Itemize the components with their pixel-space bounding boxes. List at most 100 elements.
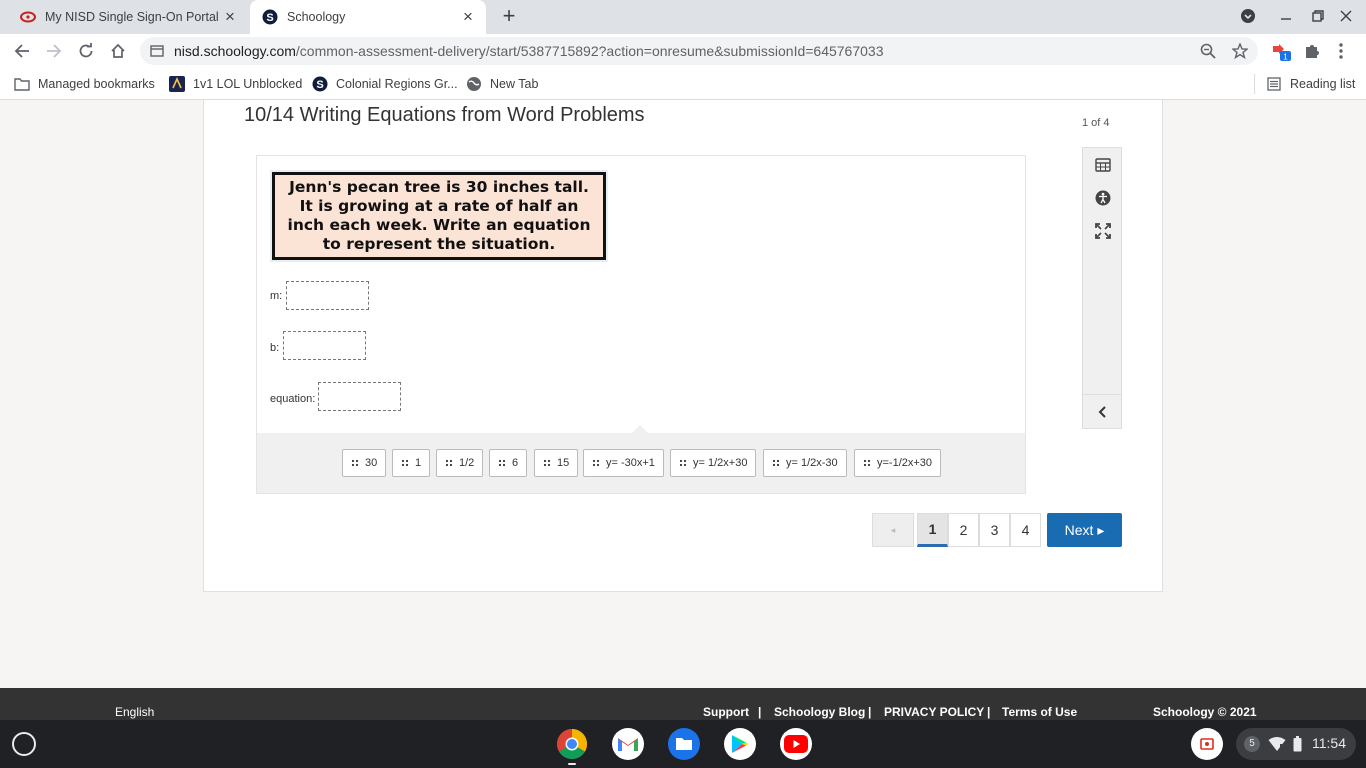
answer-chip[interactable]: y=-1/2x+30 (854, 449, 942, 477)
assessment-tools-panel (1082, 147, 1122, 429)
drag-handle-icon (498, 459, 506, 467)
bookmark-star-icon[interactable] (1231, 42, 1249, 60)
answer-chip[interactable]: 6 (489, 449, 528, 477)
bookmark-managed[interactable]: Managed bookmarks (14, 76, 155, 92)
drag-handle-icon (543, 459, 551, 467)
new-tab-button[interactable]: + (498, 5, 520, 28)
answer-chip[interactable]: y= -30x+1 (583, 449, 664, 477)
bookmark-label: Colonial Regions Gr... (336, 77, 458, 91)
page-title: 10/14 Writing Equations from Word Proble… (244, 104, 645, 126)
answer-chip-label: 30 (365, 457, 378, 469)
status-tray[interactable]: 5 11:54 (1236, 728, 1356, 760)
forward-button[interactable] (43, 40, 65, 62)
tab-title: Schoology (287, 10, 346, 24)
reload-icon (79, 43, 93, 58)
close-tab-icon[interactable]: × (222, 8, 238, 25)
back-arrow-icon (14, 44, 29, 58)
bookmark-1v1[interactable]: 1v1 LOL Unblocked (169, 76, 302, 92)
zoom-icon[interactable] (1200, 43, 1216, 59)
schoology-blog-link[interactable]: Schoology Blog (774, 705, 865, 719)
footer-separator: | (758, 705, 762, 719)
home-button[interactable] (107, 40, 129, 62)
url-host: nisd.schoology.com (174, 43, 296, 59)
browser-menu-icon[interactable] (1338, 42, 1358, 62)
site-info-icon[interactable] (150, 44, 164, 58)
language-selector[interactable]: English (115, 705, 154, 719)
answer-chip-label: y= 1/2x-30 (786, 457, 838, 469)
gmail-icon[interactable] (612, 728, 644, 760)
answer-bank-pointer (631, 425, 649, 434)
schoology-icon: S (262, 9, 278, 25)
url-path: /common-assessment-delivery/start/538771… (295, 43, 884, 59)
tools-divider (1083, 394, 1121, 395)
previous-page-button[interactable]: ◂ (872, 513, 914, 547)
answer-chip-label: 1/2 (459, 457, 475, 469)
drag-handle-icon (679, 459, 687, 467)
answer-chip-label: 1 (415, 457, 422, 469)
extension-badge-icon[interactable]: 1 (1270, 42, 1291, 62)
notification-count-badge: 5 (1244, 736, 1260, 752)
screen-capture-icon[interactable] (1191, 728, 1223, 760)
answer-chip[interactable]: y= 1/2x-30 (763, 449, 847, 477)
question-page-count: 1 of 4 (1082, 117, 1110, 129)
answer-chip[interactable]: 15 (534, 449, 579, 477)
back-button[interactable] (11, 40, 33, 62)
calculator-icon[interactable] (1095, 157, 1111, 173)
bookmarks-divider (1254, 74, 1255, 94)
fullscreen-icon[interactable] (1095, 223, 1111, 239)
equation-drop-zone[interactable] (318, 382, 401, 411)
page-1-button[interactable]: 1 (917, 513, 948, 547)
globe-icon (466, 76, 482, 92)
answer-chip-label: y= 1/2x+30 (693, 457, 748, 469)
copyright-text: Schoology © 2021 (1153, 705, 1257, 719)
url-text: nisd.schoology.com/common-assessment-del… (174, 43, 884, 59)
answer-chip[interactable]: 1 (392, 449, 431, 477)
page-3-button[interactable]: 3 (979, 513, 1010, 547)
reading-list-button[interactable]: Reading list (1266, 76, 1355, 92)
schoology-icon: S (312, 76, 328, 92)
drag-handle-icon (772, 459, 780, 467)
youtube-icon[interactable] (780, 728, 812, 760)
equation-label: equation: (270, 393, 316, 405)
extension-badge-count: 1 (1283, 53, 1288, 62)
privacy-policy-link[interactable]: PRIVACY POLICY (884, 705, 984, 719)
launcher-button[interactable] (12, 732, 36, 756)
page-4-button[interactable]: 4 (1010, 513, 1041, 547)
m-label: m: (270, 290, 283, 302)
drag-handle-icon (592, 459, 600, 467)
close-tab-icon[interactable]: × (460, 8, 476, 25)
next-button[interactable]: Next ▸ (1047, 513, 1122, 547)
accessibility-icon[interactable] (1095, 190, 1111, 206)
b-drop-zone[interactable] (283, 331, 366, 360)
tab-schoology[interactable]: S Schoology × (250, 0, 486, 34)
reading-list-icon (1266, 76, 1282, 92)
bookmark-colonial-regions[interactable]: S Colonial Regions Gr... (312, 76, 458, 92)
address-bar[interactable]: nisd.schoology.com/common-assessment-del… (140, 37, 1258, 65)
support-link[interactable]: Support (703, 705, 749, 719)
drag-handle-icon (351, 459, 359, 467)
answer-chip-label: y=-1/2x+30 (877, 457, 933, 469)
tab-search-icon[interactable] (1239, 8, 1257, 26)
close-window-icon[interactable] (1337, 8, 1355, 26)
svg-text:S: S (266, 12, 273, 24)
answer-chip[interactable]: y= 1/2x+30 (670, 449, 757, 477)
chrome-icon[interactable] (556, 728, 588, 760)
minimize-icon[interactable] (1277, 8, 1295, 26)
reload-button[interactable] (75, 40, 97, 62)
collapse-chevron-icon[interactable] (1095, 404, 1111, 420)
tab-nisd-portal[interactable]: My NISD Single Sign-On Portal × (8, 0, 248, 34)
page-2-button[interactable]: 2 (948, 513, 979, 547)
os-shelf: 5 11:54 (0, 720, 1366, 768)
m-drop-zone[interactable] (286, 281, 369, 310)
bookmark-new-tab[interactable]: New Tab (466, 76, 538, 92)
play-store-icon[interactable] (724, 728, 756, 760)
terms-of-use-link[interactable]: Terms of Use (1002, 705, 1077, 719)
answer-chip-label: 6 (512, 457, 519, 469)
reading-list-label: Reading list (1290, 77, 1356, 91)
tab-title: My NISD Single Sign-On Portal (45, 10, 219, 24)
files-icon[interactable] (668, 728, 700, 760)
answer-chip[interactable]: 1/2 (436, 449, 484, 477)
extensions-puzzle-icon[interactable] (1303, 42, 1323, 62)
restore-icon[interactable] (1309, 8, 1327, 26)
answer-chip[interactable]: 30 (342, 449, 387, 477)
